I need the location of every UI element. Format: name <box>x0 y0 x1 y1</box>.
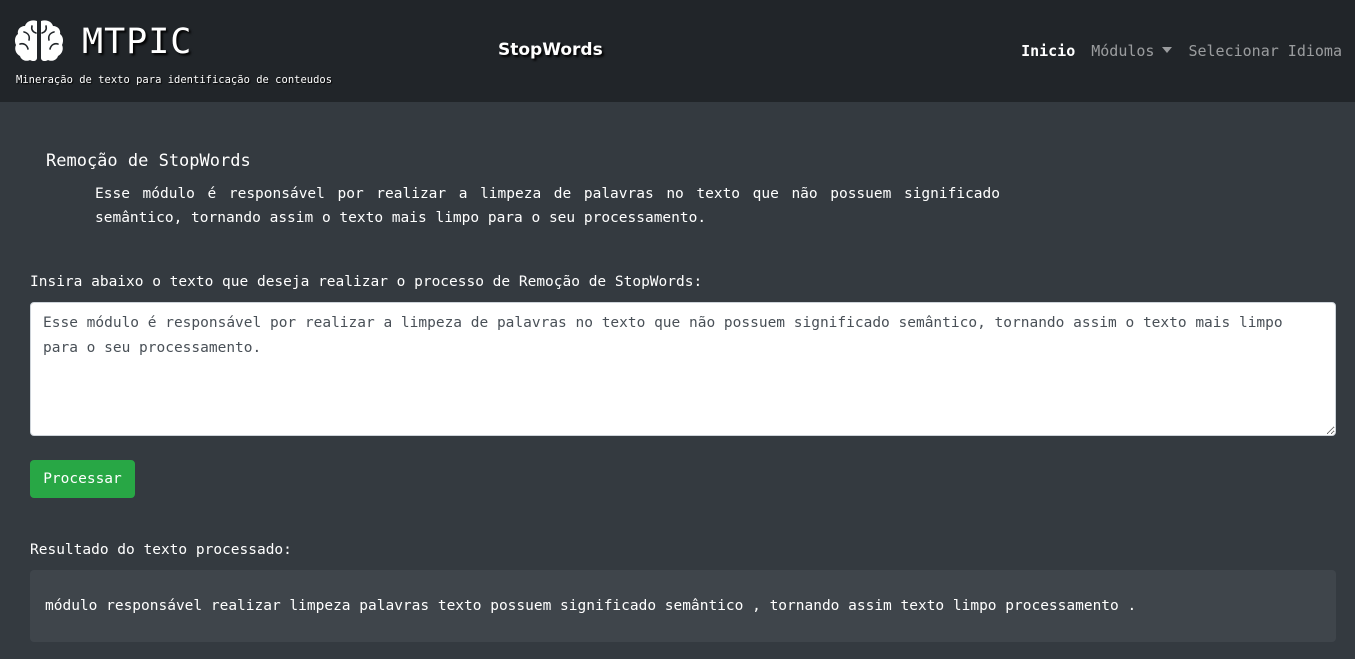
navbar: MTPIC Mineração de texto para identifica… <box>0 0 1355 102</box>
nav-link-modules[interactable]: Módulos <box>1091 41 1173 61</box>
nav-link-home[interactable]: Inicio <box>1021 41 1075 61</box>
brain-icon[interactable] <box>14 18 64 62</box>
caret-down-icon <box>1162 47 1173 53</box>
brand-tagline: Mineração de texto para identificação de… <box>16 74 333 86</box>
page-title: StopWords <box>498 40 603 60</box>
result-output: módulo responsável realizar limpeza pala… <box>30 570 1336 642</box>
text-input[interactable]: Esse módulo é responsável por realizar a… <box>30 302 1336 436</box>
section-description: Esse módulo é responsável por realizar a… <box>95 186 1000 226</box>
nav-link-modules-label: Módulos <box>1091 42 1155 60</box>
nav-link-language[interactable]: Selecionar Idioma <box>1188 41 1342 61</box>
process-button[interactable]: Processar <box>30 460 135 498</box>
nav-links: Inicio Módulos Selecionar Idioma <box>1021 41 1342 61</box>
input-label: Insira abaixo o texto que deseja realiza… <box>30 274 703 290</box>
section-title: Remoção de StopWords <box>46 151 251 171</box>
brand-name[interactable]: MTPIC <box>82 22 192 62</box>
result-label: Resultado do texto processado: <box>30 542 292 558</box>
